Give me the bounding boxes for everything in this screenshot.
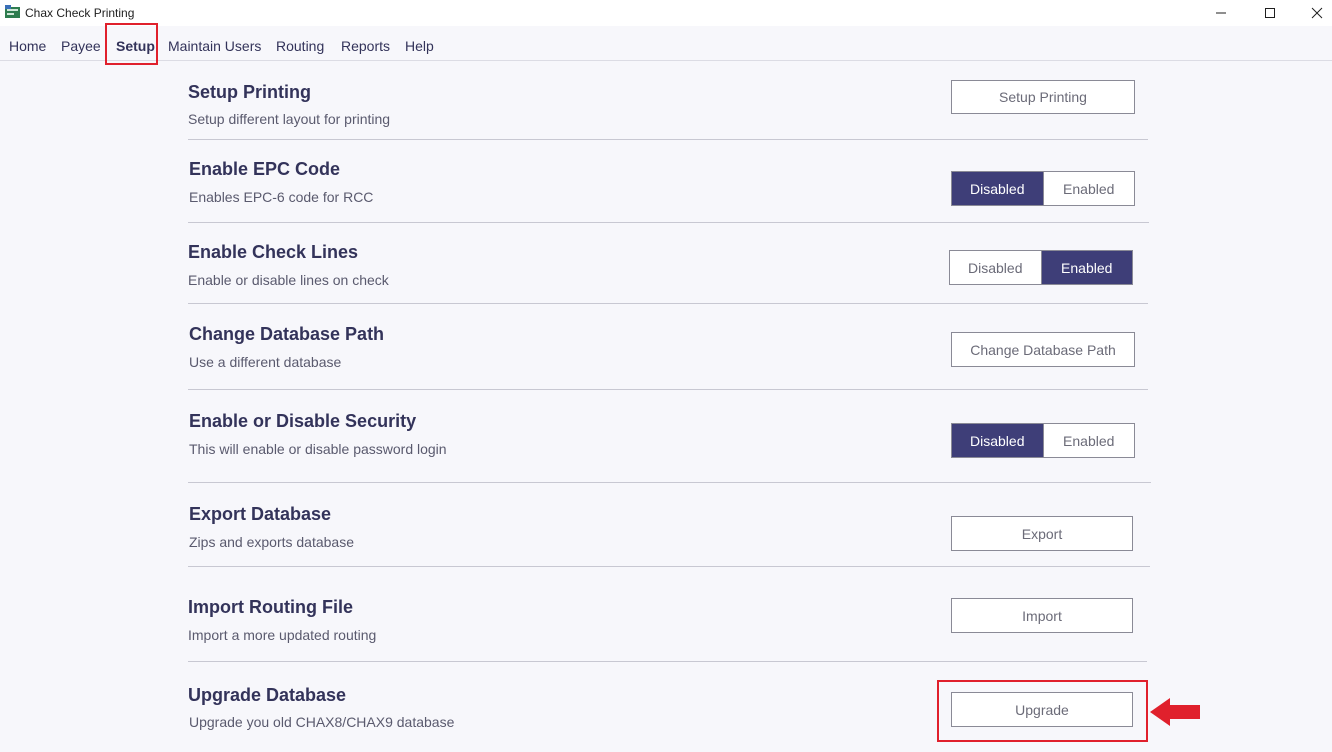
app-icon	[5, 5, 20, 18]
security-title: Enable or Disable Security	[189, 411, 417, 431]
minimize-button[interactable]	[1198, 0, 1244, 26]
setup-printing-button[interactable]: Setup Printing	[951, 80, 1135, 114]
enable-epc-title: Enable EPC Code	[189, 159, 341, 179]
divider	[188, 303, 1148, 304]
import-routing-description: Import a more updated routing	[188, 627, 377, 643]
menu-routing[interactable]: Routing	[276, 38, 324, 54]
change-database-path-button[interactable]: Change Database Path	[951, 332, 1135, 367]
upgrade-database-description: Upgrade you old CHAX8/CHAX9 database	[189, 714, 455, 730]
divider	[188, 566, 1150, 567]
divider	[188, 222, 1149, 223]
menu-reports[interactable]: Reports	[341, 38, 390, 54]
menu-bar: Home Payee Setup Maintain Users Routing …	[0, 26, 1332, 61]
check-lines-disabled-option[interactable]: Disabled	[950, 251, 1041, 284]
security-description: This will enable or disable password log…	[189, 441, 447, 457]
setup-highlight-box	[105, 23, 158, 65]
check-lines-toggle: Disabled Enabled	[949, 250, 1133, 285]
enable-check-lines-description: Enable or disable lines on check	[188, 272, 389, 288]
close-icon	[1311, 7, 1323, 19]
close-button[interactable]	[1294, 0, 1332, 26]
minimize-icon	[1216, 12, 1226, 14]
maximize-button[interactable]	[1247, 0, 1293, 26]
divider	[188, 139, 1148, 140]
setup-printing-title: Setup Printing	[188, 82, 311, 102]
title-bar: Chax Check Printing	[0, 0, 1332, 26]
menu-home[interactable]: Home	[9, 38, 46, 54]
upgrade-database-title: Upgrade Database	[188, 685, 347, 705]
security-disabled-option[interactable]: Disabled	[952, 424, 1043, 457]
epc-disabled-option[interactable]: Disabled	[952, 172, 1043, 205]
epc-enabled-option[interactable]: Enabled	[1042, 172, 1134, 205]
import-button[interactable]: Import	[951, 598, 1133, 633]
security-toggle: Disabled Enabled	[951, 423, 1135, 458]
export-database-description: Zips and exports database	[189, 534, 354, 550]
export-database-title: Export Database	[189, 504, 332, 524]
menu-maintain-users[interactable]: Maintain Users	[168, 38, 261, 54]
change-database-path-description: Use a different database	[189, 354, 342, 370]
upgrade-highlight-box	[937, 680, 1148, 742]
setup-printing-description: Setup different layout for printing	[188, 111, 391, 127]
enable-epc-description: Enables EPC-6 code for RCC	[189, 189, 374, 205]
security-enabled-option[interactable]: Enabled	[1042, 424, 1134, 457]
window-title: Chax Check Printing	[25, 6, 135, 20]
divider	[188, 482, 1151, 483]
enable-check-lines-title: Enable Check Lines	[188, 242, 359, 262]
check-lines-enabled-option[interactable]: Enabled	[1040, 251, 1132, 284]
change-database-path-title: Change Database Path	[189, 324, 385, 344]
import-routing-title: Import Routing File	[188, 597, 353, 617]
maximize-icon	[1265, 8, 1275, 18]
arrow-left-icon	[1150, 698, 1200, 726]
menu-payee[interactable]: Payee	[61, 38, 101, 54]
menu-help[interactable]: Help	[405, 38, 434, 54]
epc-code-toggle: Disabled Enabled	[951, 171, 1135, 206]
divider	[188, 661, 1147, 662]
divider	[188, 389, 1148, 390]
export-button[interactable]: Export	[951, 516, 1133, 551]
